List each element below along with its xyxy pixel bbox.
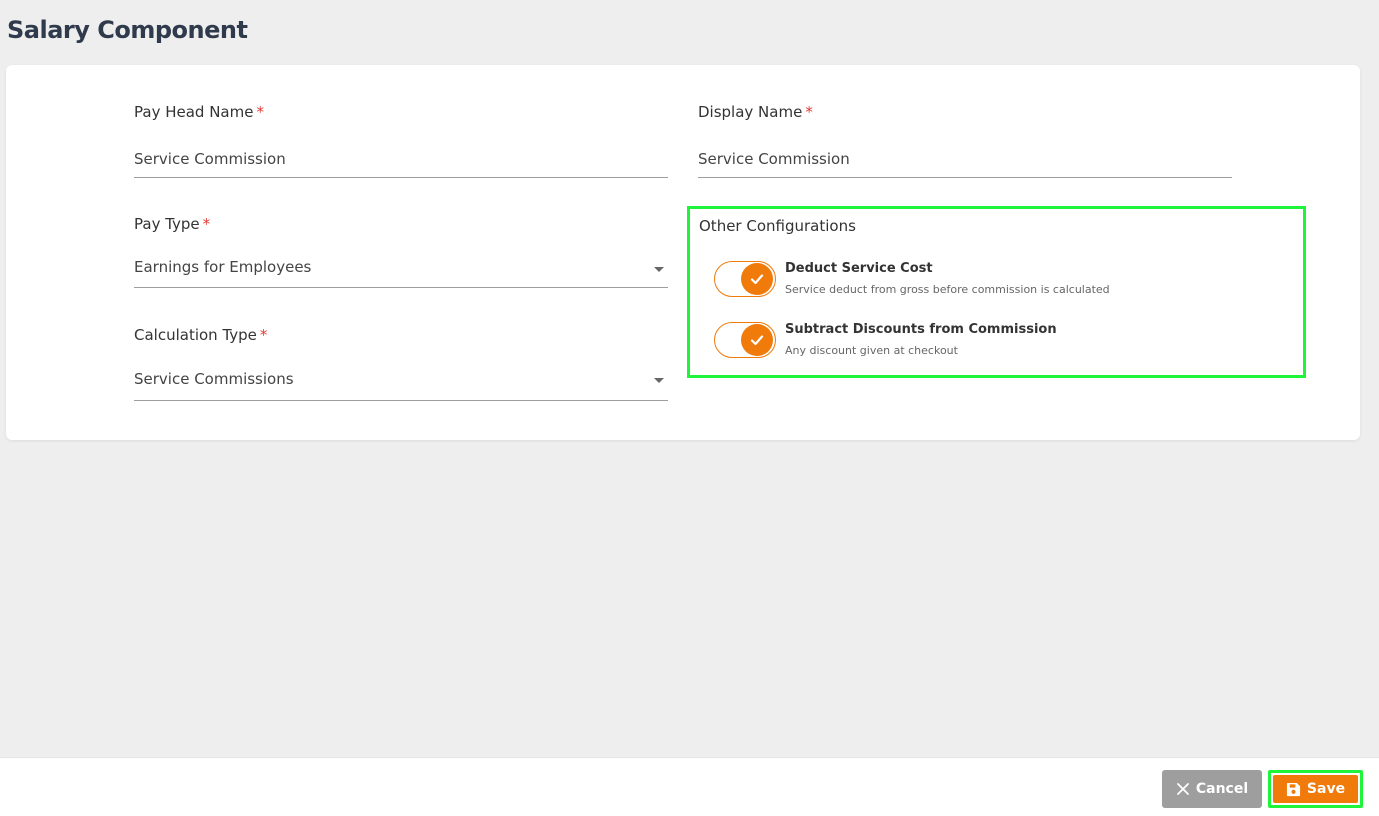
save-button-label: Save xyxy=(1306,781,1346,797)
calculation-type-label: Calculation Type * xyxy=(134,326,268,344)
save-button[interactable]: Save xyxy=(1273,775,1358,803)
check-icon xyxy=(750,274,764,285)
pay-type-label: Pay Type * xyxy=(134,215,211,233)
required-marker: * xyxy=(256,103,264,121)
toggle-row-deduct-service-cost: Deduct Service Cost Service deduct from … xyxy=(714,261,1294,301)
field-underline xyxy=(698,177,1232,178)
cancel-button[interactable]: Cancel xyxy=(1162,770,1262,808)
cancel-button-label: Cancel xyxy=(1195,781,1249,797)
field-underline xyxy=(134,177,668,178)
subtract-discounts-toggle[interactable] xyxy=(714,322,776,358)
deduct-service-cost-toggle[interactable] xyxy=(714,261,776,297)
page-title: Salary Component xyxy=(7,16,248,44)
toggle-row-subtract-discounts: Subtract Discounts from Commission Any d… xyxy=(714,322,1294,362)
close-icon xyxy=(1176,783,1189,795)
required-marker: * xyxy=(259,326,268,344)
required-marker: * xyxy=(805,103,813,121)
required-marker: * xyxy=(202,215,211,233)
field-underline xyxy=(134,400,668,401)
chevron-down-icon[interactable] xyxy=(654,267,664,272)
other-configurations-panel: Other Configurations Deduct Service Cost… xyxy=(687,206,1306,378)
calculation-type-select[interactable]: Service Commissions xyxy=(134,370,668,394)
chevron-down-icon[interactable] xyxy=(654,378,664,383)
toggle-title: Deduct Service Cost xyxy=(785,261,933,276)
save-button-highlight: Save xyxy=(1268,770,1363,808)
toggle-knob xyxy=(741,263,773,295)
save-icon xyxy=(1286,782,1300,796)
pay-head-name-input[interactable] xyxy=(134,147,668,171)
display-name-label: Display Name * xyxy=(698,103,813,121)
toggle-description: Service deduct from gross before commiss… xyxy=(785,283,1110,296)
pay-head-name-label: Pay Head Name * xyxy=(134,103,264,121)
other-configurations-title: Other Configurations xyxy=(699,217,856,235)
display-name-input[interactable] xyxy=(698,147,1232,171)
footer-action-bar: Cancel Save xyxy=(0,757,1379,816)
toggle-knob xyxy=(741,324,773,356)
toggle-description: Any discount given at checkout xyxy=(785,344,958,357)
toggle-title: Subtract Discounts from Commission xyxy=(785,322,1057,337)
salary-component-form: Pay Head Name* Display Name* Pay Type* E… xyxy=(6,65,1360,440)
check-icon xyxy=(750,335,764,346)
pay-type-select[interactable]: Earnings for Employees xyxy=(134,258,668,282)
field-underline xyxy=(134,287,668,288)
